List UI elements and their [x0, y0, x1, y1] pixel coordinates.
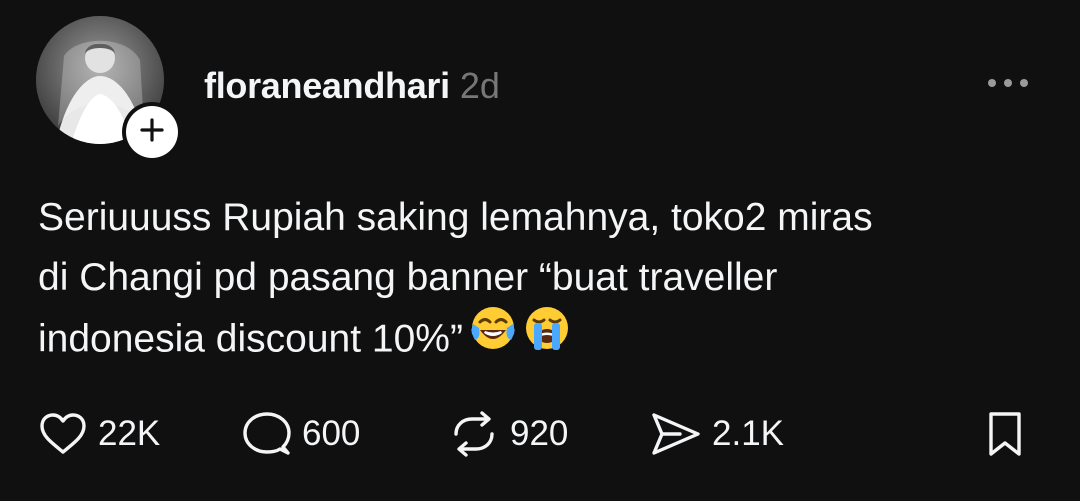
repost-button[interactable]: 920 — [448, 408, 568, 460]
post-text-line: Seriuuuss Rupiah saking lemahnya, toko2 … — [38, 196, 873, 239]
share-count: 2.1K — [712, 414, 784, 453]
post-timestamp: 2d — [459, 65, 500, 106]
plus-icon — [139, 117, 165, 148]
author-username[interactable]: floraneandhari — [204, 65, 450, 107]
post-text-line: di Changi pd pasang banner “buat travell… — [38, 256, 778, 299]
face-with-tears-of-joy-icon — [469, 304, 517, 370]
post-body: Seriuuuss Rupiah saking lemahnya, toko2 … — [38, 188, 1048, 374]
author-avatar-container — [36, 16, 182, 162]
bookmark-icon — [984, 410, 1026, 458]
post-actions-bar: 22K 600 920 2.1K — [0, 408, 1080, 460]
send-icon — [650, 411, 702, 457]
more-options-icon — [986, 76, 1030, 94]
loudly-crying-face-icon — [523, 304, 571, 370]
post-text-line-last: indonesia discount 10%” — [38, 307, 1048, 374]
comment-icon — [242, 410, 292, 458]
share-button[interactable]: 2.1K — [650, 408, 784, 460]
save-button[interactable] — [984, 408, 1026, 460]
like-count: 22K — [98, 414, 161, 453]
like-button[interactable]: 22K — [38, 408, 160, 460]
post-header: floraneandhari 2d — [204, 62, 500, 110]
more-options-button[interactable] — [980, 70, 1036, 100]
heart-icon — [38, 412, 88, 456]
comment-count: 600 — [302, 414, 361, 453]
thread-post: floraneandhari 2d Seriuuuss Rupiah sakin… — [0, 0, 1080, 501]
repost-icon — [448, 410, 500, 458]
repost-count: 920 — [510, 414, 569, 453]
post-text-line: indonesia discount 10%” — [38, 317, 463, 361]
comment-button[interactable]: 600 — [242, 408, 360, 460]
follow-button[interactable] — [122, 102, 182, 162]
